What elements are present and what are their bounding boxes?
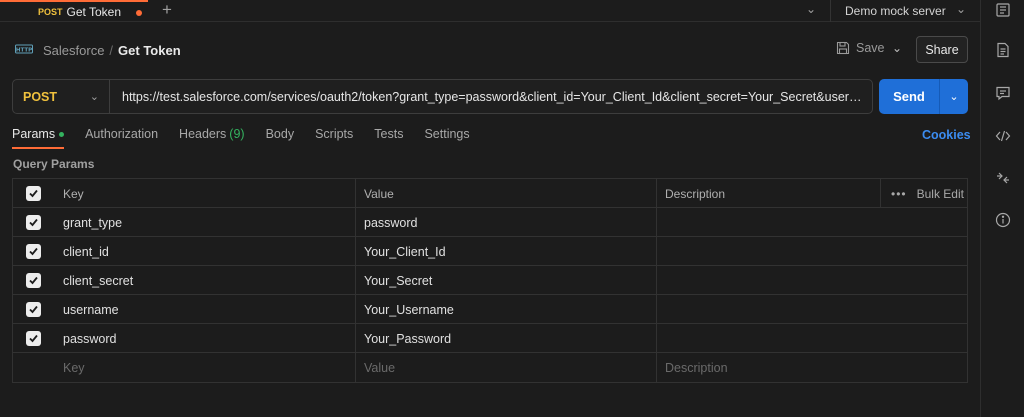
checkbox-icon bbox=[25, 244, 41, 259]
request-tab-bar: POST Get Token + ⌄ Demo mock server ⌄ bbox=[0, 0, 980, 22]
share-button[interactable]: Share bbox=[916, 36, 968, 63]
save-options-chevron-down-icon[interactable]: ⌄ bbox=[892, 41, 902, 55]
tab-authorization[interactable]: Authorization bbox=[85, 127, 158, 149]
method-chevron-down-icon: ⌄ bbox=[89, 91, 99, 103]
table-row-empty: Key Value Description bbox=[13, 353, 967, 382]
param-value[interactable]: Your_Username bbox=[355, 295, 656, 324]
http-icon: HTTP bbox=[15, 44, 33, 54]
tab-settings[interactable]: Settings bbox=[424, 127, 469, 149]
column-header-value: Value bbox=[355, 179, 656, 208]
tab-tests[interactable]: Tests bbox=[374, 127, 403, 149]
comments-icon[interactable] bbox=[995, 85, 1011, 101]
row-checkbox[interactable] bbox=[13, 266, 53, 295]
tab-params-label: Params bbox=[12, 127, 56, 141]
bulk-edit-button[interactable]: ••• Bulk Edit bbox=[880, 179, 964, 208]
checkbox-icon bbox=[25, 331, 41, 346]
table-row: username Your_Username bbox=[13, 295, 967, 324]
row-checkbox[interactable] bbox=[13, 237, 53, 266]
param-key[interactable]: client_id bbox=[53, 237, 355, 266]
checkbox-icon bbox=[25, 273, 41, 288]
bulk-edit-label: Bulk Edit bbox=[916, 186, 964, 201]
documentation-icon[interactable] bbox=[995, 42, 1011, 58]
param-value[interactable]: Your_Password bbox=[355, 324, 656, 353]
send-button[interactable]: Send ⌄ bbox=[879, 79, 968, 114]
cookies-link[interactable]: Cookies bbox=[922, 128, 971, 142]
param-description[interactable] bbox=[656, 266, 968, 295]
new-value-input[interactable]: Value bbox=[355, 353, 656, 382]
param-key[interactable]: password bbox=[53, 324, 355, 353]
row-checkbox-empty bbox=[13, 353, 53, 382]
row-checkbox[interactable] bbox=[13, 324, 53, 353]
tab-title: Get Token bbox=[66, 5, 121, 19]
send-options-chevron-down-icon[interactable]: ⌄ bbox=[940, 90, 968, 103]
param-value[interactable]: Your_Client_Id bbox=[355, 237, 656, 266]
environment-chevron-down-icon[interactable]: ⌄ bbox=[956, 2, 966, 16]
param-description[interactable] bbox=[656, 237, 968, 266]
param-description[interactable] bbox=[656, 208, 968, 237]
unsaved-dot-icon bbox=[136, 10, 142, 16]
code-icon[interactable] bbox=[995, 128, 1011, 144]
method-label: POST bbox=[23, 89, 58, 104]
request-tab-get-token[interactable]: POST Get Token bbox=[0, 0, 148, 22]
send-label: Send bbox=[893, 89, 925, 104]
params-active-dot-icon bbox=[59, 132, 65, 138]
query-params-table: Key Value Description ••• Bulk Edit grant… bbox=[12, 178, 968, 383]
new-key-input[interactable]: Key bbox=[53, 353, 355, 382]
chevron-down-icon[interactable]: ⌄ bbox=[806, 2, 816, 16]
headers-count: (9) bbox=[229, 127, 245, 141]
table-row: password Your_Password bbox=[13, 324, 967, 353]
breadcrumb: Salesforce / Get Token bbox=[43, 43, 181, 58]
table-row: client_secret Your_Secret bbox=[13, 266, 967, 295]
page-title[interactable]: Get Token bbox=[118, 43, 181, 58]
request-tabs: Params Authorization Headers (9) Body Scr… bbox=[12, 127, 491, 149]
save-label: Save bbox=[856, 41, 885, 55]
checkbox-icon bbox=[25, 302, 41, 317]
request-url-bar: POST ⌄ https://test.salesforce.com/servi… bbox=[12, 79, 873, 114]
select-all-checkbox[interactable] bbox=[13, 179, 53, 208]
tab-params[interactable]: Params bbox=[12, 127, 65, 149]
more-dots-icon: ••• bbox=[891, 186, 907, 201]
info-icon[interactable] bbox=[995, 212, 1011, 228]
environment-quick-look-icon[interactable] bbox=[995, 2, 1011, 18]
breadcrumb-separator: / bbox=[109, 43, 114, 58]
table-row: client_id Your_Client_Id bbox=[13, 237, 967, 266]
save-icon bbox=[836, 41, 850, 55]
param-key[interactable]: username bbox=[53, 295, 355, 324]
save-button[interactable]: Save bbox=[836, 41, 885, 55]
method-selector[interactable]: POST ⌄ bbox=[13, 80, 110, 113]
breadcrumb-collection[interactable]: Salesforce bbox=[43, 43, 104, 58]
right-sidebar bbox=[980, 0, 1024, 417]
query-params-title: Query Params bbox=[13, 157, 95, 171]
environment-selector[interactable]: Demo mock server bbox=[845, 4, 946, 18]
related-requests-icon[interactable] bbox=[995, 170, 1011, 186]
url-input[interactable]: https://test.salesforce.com/services/oau… bbox=[122, 90, 867, 104]
table-row: grant_type password bbox=[13, 208, 967, 237]
param-key[interactable]: grant_type bbox=[53, 208, 355, 237]
param-value[interactable]: Your_Secret bbox=[355, 266, 656, 295]
tab-headers[interactable]: Headers (9) bbox=[179, 127, 245, 149]
tab-body[interactable]: Body bbox=[266, 127, 295, 149]
tab-method-badge: POST bbox=[38, 7, 63, 17]
row-checkbox[interactable] bbox=[13, 208, 53, 237]
divider bbox=[830, 0, 831, 22]
column-header-key: Key bbox=[63, 186, 84, 201]
new-description-input[interactable]: Description bbox=[656, 353, 968, 382]
param-key[interactable]: client_secret bbox=[53, 266, 355, 295]
checkbox-icon bbox=[25, 186, 41, 201]
row-checkbox[interactable] bbox=[13, 295, 53, 324]
svg-text:HTTP: HTTP bbox=[16, 48, 32, 54]
param-description[interactable] bbox=[656, 295, 968, 324]
param-description[interactable] bbox=[656, 324, 968, 353]
param-value[interactable]: password bbox=[355, 208, 656, 237]
tab-scripts[interactable]: Scripts bbox=[315, 127, 353, 149]
plus-icon[interactable]: + bbox=[162, 1, 172, 19]
tab-headers-label: Headers bbox=[179, 127, 227, 141]
checkbox-icon bbox=[25, 215, 41, 230]
table-header-row: Key Value Description ••• Bulk Edit bbox=[13, 179, 967, 208]
